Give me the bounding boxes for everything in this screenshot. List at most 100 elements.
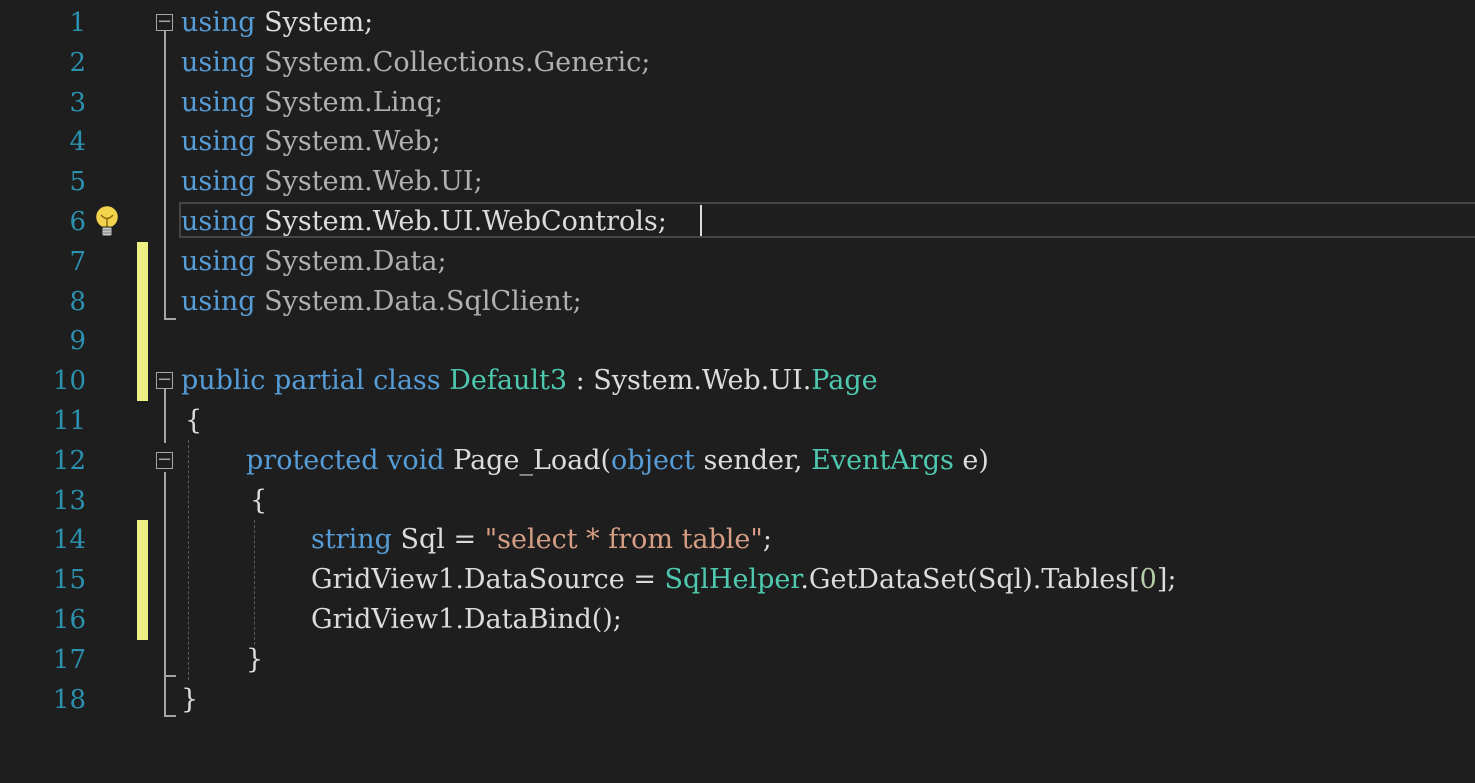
code-text[interactable]: { [250, 481, 267, 521]
code-text[interactable]: using System.Linq; [181, 83, 443, 123]
code-text[interactable]: string Sql = "select * from table"; [311, 520, 772, 560]
line-number: 2 [69, 47, 86, 78]
code-line[interactable]: 5 using System.Web.UI; [0, 162, 1475, 202]
code-token: Page [811, 365, 878, 397]
code-text[interactable]: using System.Web.UI.WebControls; [181, 202, 667, 242]
code-line[interactable]: 15 GridView1.DataSource = SqlHelper.GetDa… [0, 560, 1475, 601]
code-token: protected [246, 444, 379, 476]
code-token: ]; [1156, 564, 1177, 596]
code-text[interactable]: using System.Web.UI; [181, 162, 483, 202]
code-line[interactable]: 12 protected void Page_Load(object sender… [0, 441, 1475, 481]
code-line[interactable]: 8 using System.Data.SqlClient; [0, 281, 1475, 322]
code-token: using [181, 126, 256, 158]
code-token: Page_Load( [444, 444, 612, 476]
code-token: } [181, 683, 199, 715]
code-token: using [181, 7, 256, 38]
code-token: System.Data; [255, 245, 447, 277]
code-token: object [611, 444, 695, 476]
code-token: "select * from table" [484, 524, 763, 556]
code-token: 0 [1139, 564, 1157, 596]
code-token: partial [273, 365, 365, 397]
line-number: 9 [69, 326, 86, 357]
code-token: ; [762, 524, 772, 556]
code-token: using [181, 46, 256, 78]
code-token: System.Web; [255, 126, 441, 158]
code-line[interactable]: 1 using System; [0, 3, 1475, 43]
code-editor[interactable]: − − − 1 using System; 2 using System.Collec… [0, 0, 1475, 783]
code-text[interactable]: } [246, 640, 263, 680]
code-line[interactable]: 18} [0, 680, 1475, 720]
code-token: using [181, 245, 256, 277]
code-line[interactable]: 4 using System.Web; [0, 122, 1475, 162]
code-text[interactable]: using System.Data.SqlClient; [181, 282, 582, 322]
change-marker [137, 520, 148, 561]
code-text[interactable]: } [181, 680, 198, 720]
code-line[interactable]: 9 [0, 321, 1475, 362]
code-text[interactable]: using System.Collections.Generic; [181, 43, 650, 83]
code-token: .GetDataSet(Sql).Tables[ [800, 564, 1140, 596]
code-text[interactable]: using System.Web; [181, 122, 441, 162]
code-token: GridView1.DataBind(); [311, 604, 622, 635]
code-line[interactable]: 14 string Sql = "select * from table"; [0, 520, 1475, 561]
code-line[interactable]: 17} [0, 640, 1475, 680]
line-number: 12 [52, 445, 86, 476]
line-number: 16 [52, 605, 86, 635]
line-number: 13 [52, 485, 86, 516]
code-token: System.Data.SqlClient; [255, 285, 582, 317]
code-token: class [373, 365, 441, 397]
code-token: System.Web.UI; [255, 166, 483, 198]
line-number: 18 [52, 684, 86, 715]
change-marker [137, 281, 148, 322]
code-token: sender, [694, 444, 812, 476]
change-marker [137, 560, 148, 601]
code-text[interactable]: GridView1.DataSource = SqlHelper.GetData… [311, 560, 1177, 600]
code-token: GridView1.DataSource = [311, 564, 665, 596]
code-token: EventArgs [811, 444, 954, 476]
code-token: : System.Web.UI. [567, 365, 812, 397]
line-number: 3 [69, 87, 86, 118]
line-number: 6 [69, 207, 86, 237]
code-token: Sql = [391, 524, 485, 556]
code-token: e) [953, 444, 989, 476]
code-token: System.Collections.Generic; [255, 46, 651, 78]
code-line[interactable]: 2 using System.Collections.Generic; [0, 43, 1475, 83]
code-token: SqlHelper [664, 564, 801, 596]
code-token: void [387, 444, 445, 476]
line-number: 10 [52, 366, 86, 397]
code-token: Default3 [449, 365, 568, 397]
code-line[interactable]: 10 public partial class Default3 : System… [0, 361, 1475, 402]
code-token: System.Linq; [255, 86, 444, 118]
code-token: string [311, 524, 392, 556]
code-token: { [250, 484, 268, 516]
code-text[interactable]: using System; [181, 3, 373, 43]
code-text[interactable]: protected void Page_Load(object sender, … [246, 441, 989, 481]
code-text[interactable]: public partial class Default3 : System.W… [181, 361, 878, 401]
line-number: 8 [69, 286, 86, 317]
code-text[interactable]: GridView1.DataBind(); [311, 600, 622, 640]
code-line[interactable]: 13 { [0, 481, 1475, 521]
code-text[interactable]: using System.Data; [181, 242, 447, 282]
change-marker [137, 321, 148, 362]
code-token: using [181, 206, 256, 237]
code-line[interactable]: 16 GridView1.DataBind(); [0, 600, 1475, 640]
code-token: { [185, 405, 203, 436]
line-number: 7 [69, 246, 86, 277]
code-token: System; [255, 7, 374, 38]
line-number: 4 [69, 127, 86, 158]
line-number: 14 [52, 525, 86, 556]
change-marker [137, 361, 148, 402]
code-line[interactable]: 6 using System.Web.UI.WebControls; [0, 202, 1475, 242]
code-token: using [181, 285, 256, 317]
code-text[interactable]: { [185, 401, 202, 441]
code-line[interactable]: 11 { [0, 401, 1475, 441]
code-token: } [246, 643, 264, 675]
code-line[interactable]: 7 using System.Data; [0, 241, 1475, 282]
line-number: 5 [69, 167, 86, 198]
code-token: System.Web.UI.WebControls; [255, 206, 667, 237]
line-number: 17 [52, 644, 86, 675]
line-number: 1 [69, 8, 86, 38]
code-line[interactable]: 3 using System.Linq; [0, 83, 1475, 123]
